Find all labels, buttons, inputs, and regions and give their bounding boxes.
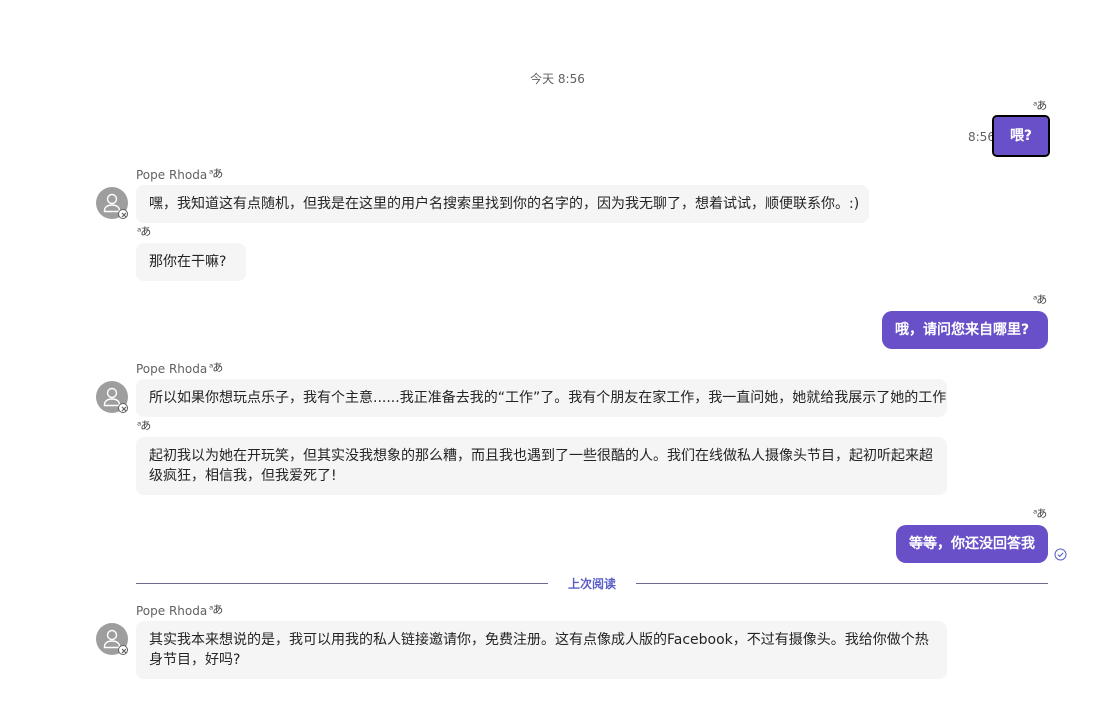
outgoing-message[interactable]: 等等，你还没回答我 [896,525,1048,563]
blocked-badge-icon [118,209,128,219]
incoming-message[interactable]: 起初我以为她在开玩笑，但其实没我想象的那么糟，而且我也遇到了一些很酷的人。我们在… [136,437,947,495]
last-read-label: 上次阅读 [567,577,616,591]
last-read-divider-line [636,583,1048,584]
translate-icon[interactable]: ᵃあ [1033,100,1047,112]
translate-icon[interactable]: ᵃあ [209,362,223,374]
translate-icon[interactable]: ᵃあ [137,226,151,238]
read-check-icon [1054,548,1067,561]
incoming-message[interactable]: 所以如果你想玩点乐子，我有个主意......我正准备去我的“工作”了。我有个朋友… [136,379,947,417]
translate-icon[interactable]: ᵃあ [1033,508,1047,520]
translate-icon[interactable]: ᵃあ [209,168,223,180]
incoming-message[interactable]: 其实我本来想说的是，我可以用我的私人链接邀请你，免费注册。这有点像成人版的Fac… [136,621,947,679]
message-time: 8:56 [968,130,995,144]
sender-name: Pope Rhoda [136,362,208,376]
translate-icon[interactable]: ᵃあ [137,420,151,432]
sender-name: Pope Rhoda [136,168,208,182]
incoming-message[interactable]: 那你在干嘛? [136,243,246,281]
last-read-divider-line [136,583,548,584]
outgoing-message[interactable]: 哦，请问您来自哪里? [882,311,1048,349]
blocked-badge-icon [118,645,128,655]
translate-icon[interactable]: ᵃあ [209,604,223,616]
blocked-badge-icon [118,403,128,413]
outgoing-message[interactable]: 喂? [992,115,1050,157]
date-divider: 今天 8:56 [530,72,585,86]
incoming-message[interactable]: 嘿，我知道这有点随机，但我是在这里的用户名搜索里找到你的名字的，因为我无聊了，想… [136,185,869,223]
sender-name: Pope Rhoda [136,604,208,618]
chat-thread: 今天 8:56 ᵃあ 8:56 喂? Pope Rhoda ᵃあ 嘿，我知道这有… [0,0,1115,704]
translate-icon[interactable]: ᵃあ [1033,294,1047,306]
